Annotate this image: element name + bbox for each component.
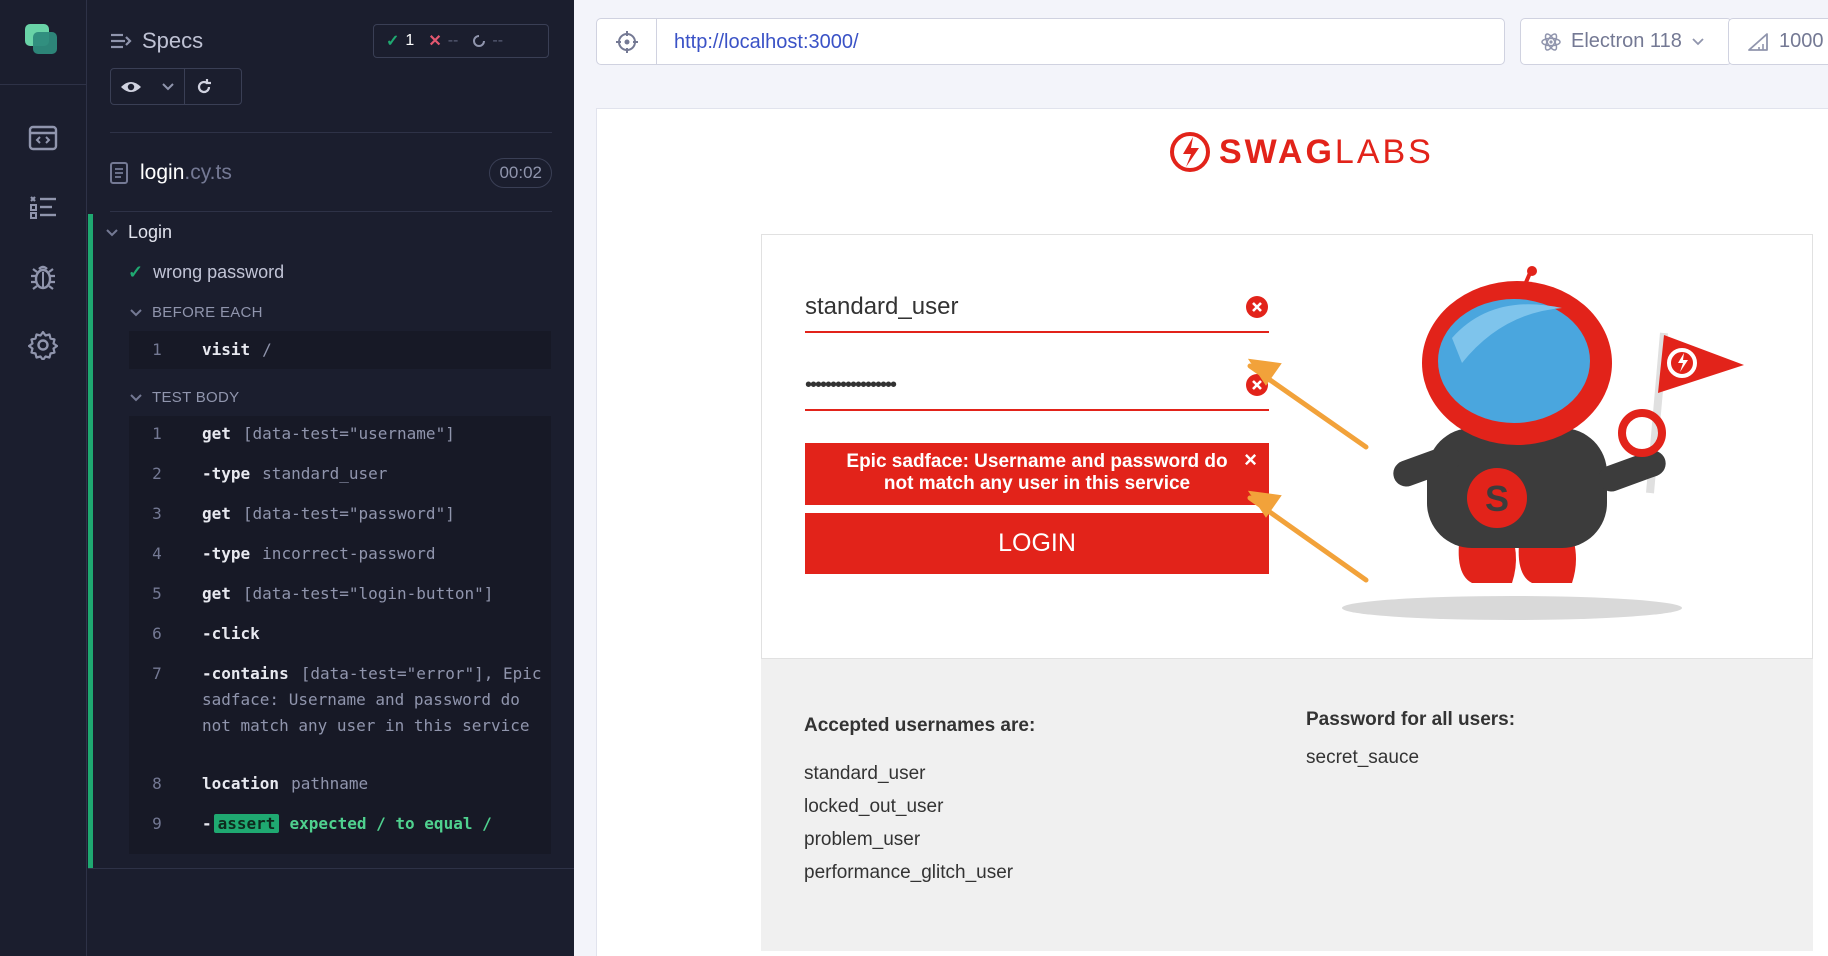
ruler-icon xyxy=(1748,32,1768,51)
test-title-row[interactable]: ✓ wrong password xyxy=(128,262,284,283)
chevron-down-icon xyxy=(106,228,118,236)
spec-list-icon[interactable] xyxy=(22,186,64,228)
password-heading: Password for all users: xyxy=(1306,709,1516,730)
spec-toggle-icon xyxy=(111,33,132,49)
error-close-button[interactable]: × xyxy=(1244,449,1257,471)
suite-pass-bar xyxy=(88,214,93,869)
divider xyxy=(110,211,552,212)
password-input[interactable] xyxy=(805,363,1225,407)
browser-label: Electron 118 xyxy=(1571,30,1682,52)
browser-icon[interactable] xyxy=(22,117,64,159)
username-item: performance_glitch_user xyxy=(804,862,1014,883)
password-field[interactable] xyxy=(805,363,1269,411)
username-input[interactable] xyxy=(805,285,1225,329)
check-icon: ✓ xyxy=(386,33,400,50)
swag-bot-illustration: S xyxy=(1342,266,1744,620)
command-log-panel: Specs ✓ 1 ✕ -- -- login .cy.ts 00:02 Log… xyxy=(88,0,574,956)
viewport-label: 1000 xyxy=(1779,30,1824,52)
cypress-logo-icon[interactable] xyxy=(25,24,59,54)
username-item: standard_user xyxy=(804,763,926,784)
username-item: locked_out_user xyxy=(804,796,944,817)
spec-file-ext: .cy.ts xyxy=(184,161,232,184)
error-circle-icon xyxy=(1246,374,1268,396)
suite-block: Login ✓ wrong password BEFORE EACH 1 vis… xyxy=(88,214,574,869)
test-body-commands: 1 get [data-test="username"] 2 -type stand… xyxy=(129,416,551,854)
error-circle-icon xyxy=(1246,296,1268,318)
url-bar[interactable]: http://localhost:3000/ xyxy=(596,18,1505,65)
spec-duration: 00:02 xyxy=(489,158,552,188)
eye-icon[interactable] xyxy=(111,69,151,104)
specs-title: Specs xyxy=(142,28,204,53)
username-field[interactable] xyxy=(805,285,1269,333)
chevron-down-icon[interactable] xyxy=(151,69,185,104)
before-each-header[interactable]: BEFORE EACH xyxy=(130,304,263,321)
swag-labs-logo: SWAGLABS xyxy=(1169,131,1434,173)
nav-divider xyxy=(0,84,87,85)
svg-text:S: S xyxy=(1485,478,1509,519)
credentials-panel: Accepted usernames are: standard_user lo… xyxy=(761,659,1813,951)
settings-gear-icon[interactable] xyxy=(22,324,64,366)
divider xyxy=(110,132,552,133)
error-message: Epic sadface: Username and password do n… xyxy=(846,451,1228,494)
pending-count: -- xyxy=(472,32,503,50)
browser-selector[interactable]: Electron 118 xyxy=(1520,18,1732,65)
test-title: wrong password xyxy=(153,262,285,282)
assert-badge: assert xyxy=(213,814,280,833)
login-card: Epic sadface: Username and password do n… xyxy=(761,234,1813,659)
failed-count: ✕ -- xyxy=(428,32,459,50)
reload-icon[interactable] xyxy=(185,69,223,104)
suite-title-row[interactable]: Login xyxy=(106,222,172,243)
suite-title: Login xyxy=(128,222,173,242)
app-iframe: SWAGLABS Epic sadface: Username and pass… xyxy=(596,108,1828,956)
before-each-commands: 1 visit / xyxy=(129,331,551,369)
usernames-list: standard_user locked_out_user problem_us… xyxy=(804,757,1013,889)
reporter-controls xyxy=(110,68,242,105)
run-stats: ✓ 1 ✕ -- -- xyxy=(373,24,549,58)
test-body-header[interactable]: TEST BODY xyxy=(130,389,239,406)
viewport-indicator[interactable]: 1000 xyxy=(1728,18,1828,65)
spinner-icon xyxy=(473,35,486,47)
url-text[interactable]: http://localhost:3000/ xyxy=(674,31,859,54)
specs-header[interactable]: Specs xyxy=(110,28,203,54)
spec-file-row[interactable]: login .cy.ts 00:02 xyxy=(110,156,552,190)
error-message-box: Epic sadface: Username and password do n… xyxy=(805,443,1269,505)
x-icon: ✕ xyxy=(428,33,442,50)
usernames-heading: Accepted usernames are: xyxy=(804,715,1036,736)
chevron-down-icon xyxy=(130,308,142,316)
debug-bug-icon[interactable] xyxy=(22,256,64,298)
check-icon: ✓ xyxy=(128,262,144,282)
chevron-down-icon xyxy=(1692,37,1704,45)
file-icon xyxy=(110,162,128,184)
password-hint: secret_sauce xyxy=(1306,747,1420,768)
crosshair-icon[interactable] xyxy=(597,19,657,64)
electron-icon xyxy=(1541,32,1561,51)
chevron-down-icon xyxy=(130,393,142,401)
divider xyxy=(88,868,574,869)
side-nav xyxy=(0,0,87,956)
passed-count: ✓ 1 xyxy=(386,32,415,50)
login-button[interactable]: LOGIN xyxy=(805,513,1269,574)
username-item: problem_user xyxy=(804,829,921,850)
app-under-test-area: http://localhost:3000/ Electron 118 1000… xyxy=(574,0,1828,956)
swag-bolt-icon xyxy=(1170,132,1210,172)
spec-file-name: login xyxy=(140,161,185,184)
